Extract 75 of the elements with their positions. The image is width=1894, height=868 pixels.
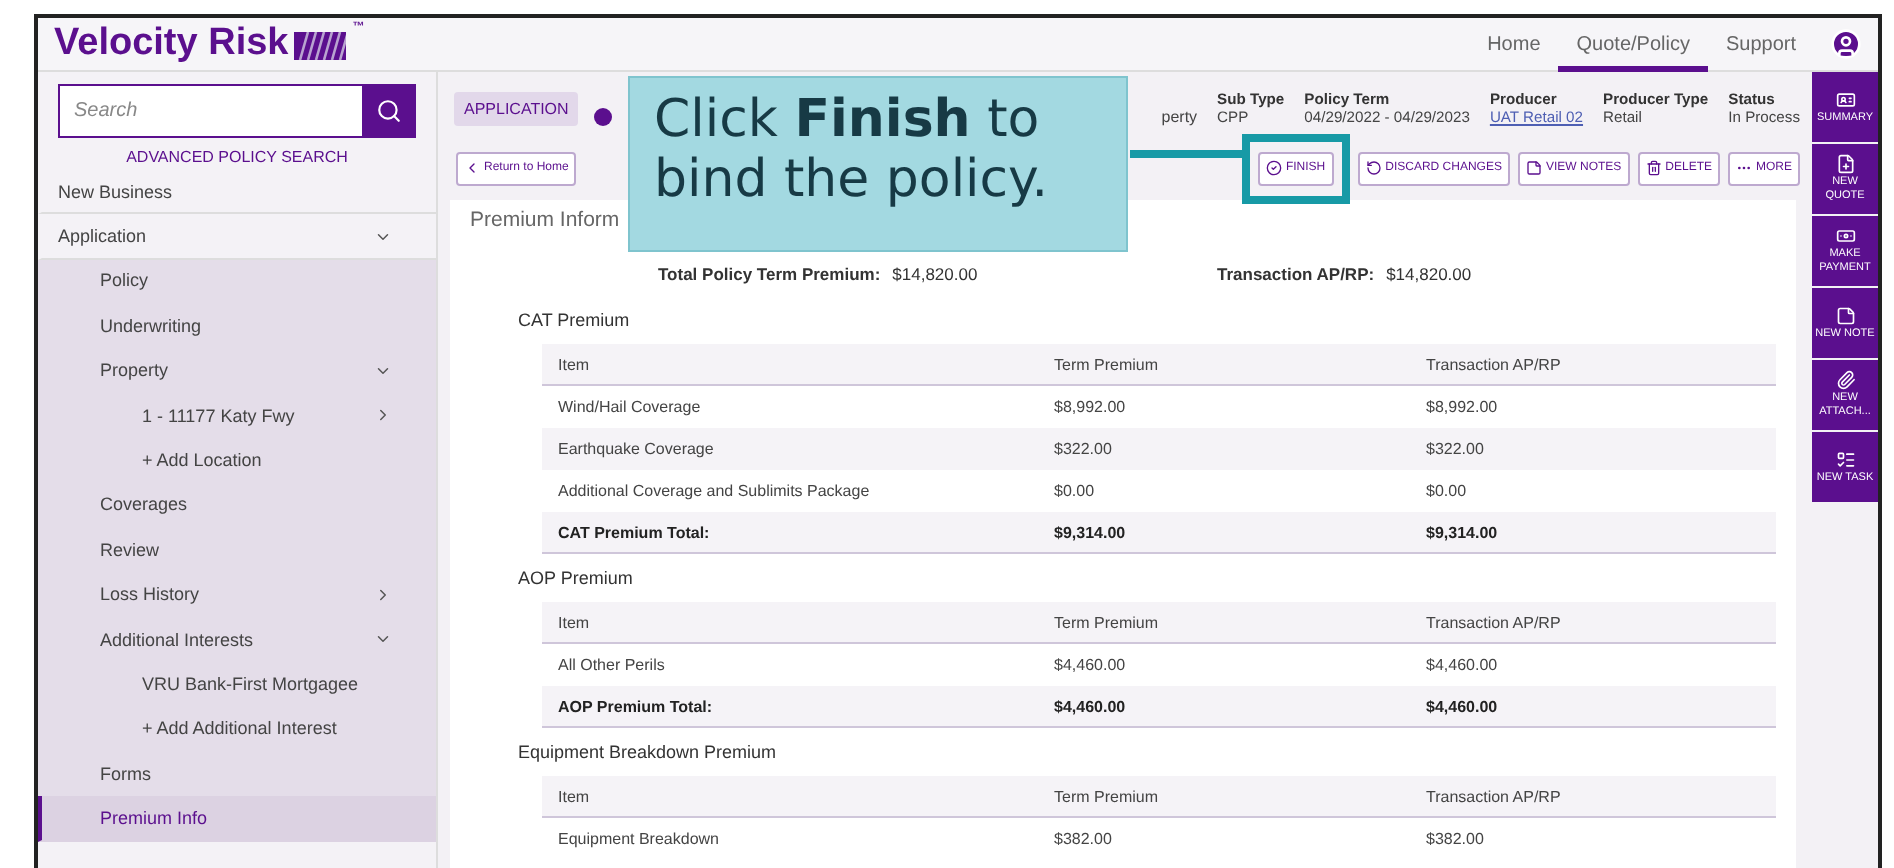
table-cell-text: $0.00 — [1054, 482, 1097, 500]
section-heading: CAT Premium — [516, 308, 632, 334]
table-cell-text: $8,992.00 — [1054, 398, 1128, 416]
sidebar-item[interactable]: Underwriting — [38, 304, 436, 350]
table-cell-text: Earthquake Coverage — [558, 440, 716, 458]
table-cell-text: CAT Premium Total: — [558, 523, 712, 541]
search-button[interactable] — [362, 84, 416, 138]
table-cell-text: $382.00 — [1426, 830, 1486, 848]
column-header: Term Premium — [1054, 787, 1161, 805]
section-heading: AOP Premium — [516, 566, 635, 592]
table-cell-text: $322.00 — [1054, 440, 1114, 458]
sidebar-item[interactable]: Additional Interests — [38, 617, 436, 663]
file-plus-icon — [1835, 154, 1855, 175]
table-cell-text: All Other Perils — [558, 656, 667, 674]
table-cell-text: AOP Premium Total: — [558, 697, 715, 715]
banknote-icon — [1835, 226, 1855, 247]
check-circle-icon — [1265, 160, 1282, 176]
table-cell-text: $4,460.00 — [1054, 656, 1128, 674]
table-cell-text: $9,314.00 — [1426, 523, 1500, 541]
paperclip-icon — [1835, 370, 1855, 391]
checklist-icon — [1835, 449, 1855, 470]
table-cell-text: Additional Coverage and Sublimits Package — [558, 482, 872, 500]
section-title: Premium Inform — [470, 208, 622, 236]
column-header: Term Premium — [1054, 613, 1161, 631]
table-cell-text: Equipment Breakdown — [558, 830, 721, 848]
column-header: Transaction AP/RP — [1426, 355, 1563, 373]
id-card-icon — [1835, 89, 1855, 110]
chevron-left-icon — [464, 160, 480, 176]
column-header: Item — [558, 787, 592, 805]
user-icon[interactable] — [1830, 28, 1862, 60]
sidebar-item[interactable]: Policy — [38, 259, 436, 305]
logo-mark-icon — [294, 32, 347, 60]
table-cell-text: $382.00 — [1054, 830, 1114, 848]
sidebar-item[interactable]: + Add Additional Interest — [38, 707, 436, 753]
table-cell-text: $0.00 — [1426, 482, 1469, 500]
table-cell-text: $4,460.00 — [1054, 697, 1128, 715]
chevron-right-icon[interactable] — [374, 585, 392, 604]
column-header: Item — [558, 613, 592, 631]
chevron-right-icon[interactable] — [374, 406, 392, 425]
sidebar-item[interactable]: Forms — [38, 752, 436, 797]
column-header: Term Premium — [1054, 355, 1161, 373]
column-header: Transaction AP/RP — [1426, 613, 1563, 631]
sidebar-item[interactable]: New Business — [38, 170, 436, 215]
sidebar-item[interactable]: Property — [38, 349, 436, 394]
sidebar-item[interactable]: Coverages — [38, 483, 436, 529]
table-cell-text: $8,992.00 — [1426, 398, 1500, 416]
nav-link[interactable]: Home — [1469, 18, 1559, 71]
table-cell-text: $322.00 — [1426, 440, 1486, 458]
sidebar-item[interactable]: Review — [38, 528, 436, 574]
sidebar-item[interactable]: Premium Info — [38, 796, 436, 842]
table-cell-text: $4,460.00 — [1426, 697, 1500, 715]
table-cell-text: Wind/Hail Coverage — [558, 398, 703, 416]
advanced-search-link[interactable]: ADVANCED POLICY SEARCH — [38, 148, 436, 166]
column-header: Item — [558, 355, 592, 373]
note-icon — [1835, 305, 1855, 326]
section-heading: Equipment Breakdown Premium — [516, 740, 779, 766]
sidebar-item[interactable]: 1 - 11177 Katy Fwy — [38, 393, 436, 439]
trash-icon — [1645, 160, 1662, 176]
table-cell-text: $4,460.00 — [1426, 656, 1500, 674]
undo-icon — [1365, 160, 1382, 176]
search-field[interactable]: Search — [58, 84, 362, 138]
sidebar-item[interactable]: VRU Bank-First Mortgagee — [38, 662, 436, 708]
dropdown-dot-icon[interactable] — [594, 107, 613, 125]
total-text: Total Policy Term Premium: $14,820.00 — [658, 264, 980, 288]
search-icon — [376, 98, 402, 124]
note-icon — [1525, 160, 1542, 176]
status-badge: APPLICATION — [454, 91, 579, 125]
table-cell-text: $9,314.00 — [1054, 523, 1128, 541]
sidebar-item[interactable]: Loss History — [38, 573, 436, 618]
column-header: Transaction AP/RP — [1426, 787, 1563, 805]
field-value: perty — [1161, 108, 1198, 126]
sidebar-item[interactable]: + Add Location — [38, 438, 436, 484]
total-text: Transaction AP/RP: $14,820.00 — [1217, 264, 1474, 288]
callout-text: Click Finish to bind the policy. — [628, 76, 1128, 252]
nav-link[interactable]: Support — [1707, 18, 1814, 71]
